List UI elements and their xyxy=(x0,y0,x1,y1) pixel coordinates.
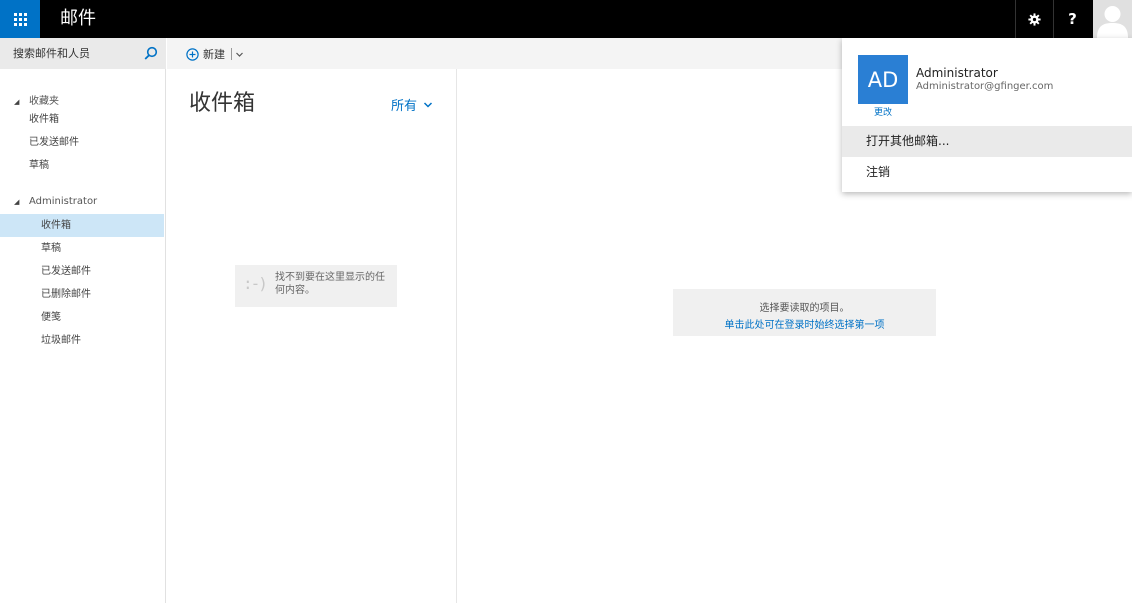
chevron-down-icon[interactable] xyxy=(235,50,244,59)
folder-deleted[interactable]: 已删除邮件 xyxy=(0,283,166,306)
smiley-icon: :-) xyxy=(243,274,268,293)
folder-pane: ◢ 收藏夹 收件箱 已发送邮件 草稿 ◢ Administrator 收件箱 草… xyxy=(0,38,166,603)
folder-label: 已删除邮件 xyxy=(41,289,91,300)
mailbox-group: ◢ Administrator 收件箱 草稿 已发送邮件 已删除邮件 便笺 垃圾… xyxy=(0,192,166,352)
favorites-label: 收藏夹 xyxy=(29,96,59,107)
filter-dropdown[interactable]: 所有 xyxy=(391,95,433,114)
message-list-pane: 收件箱 所有 :-) 找不到要在这里显示的任何内容。 xyxy=(167,69,457,603)
settings-button[interactable] xyxy=(1015,0,1053,38)
folder-label: 便笺 xyxy=(41,312,61,323)
help-icon: ? xyxy=(1068,10,1077,28)
folder-label: 草稿 xyxy=(29,160,49,171)
favorites-header[interactable]: ◢ 收藏夹 xyxy=(0,92,166,112)
app-title: 邮件 xyxy=(60,8,96,29)
plus-circle-icon xyxy=(186,47,199,61)
folder-sent[interactable]: 已发送邮件 xyxy=(0,260,166,283)
app-launcher-button[interactable] xyxy=(0,0,40,38)
account-initials-tile: AD xyxy=(858,55,908,104)
chevron-down-icon xyxy=(423,101,433,108)
search-icon[interactable] xyxy=(144,46,158,60)
filter-label: 所有 xyxy=(391,99,418,114)
top-bar: 邮件 ? xyxy=(0,0,1132,38)
folder-label: 已发送邮件 xyxy=(41,266,91,277)
search-box xyxy=(0,38,166,69)
folder-junk[interactable]: 垃圾邮件 xyxy=(0,329,166,352)
account-name: Administrator xyxy=(916,66,998,80)
folder-notes[interactable]: 便笺 xyxy=(0,306,166,329)
collapse-triangle-icon: ◢ xyxy=(14,198,20,206)
mailbox-label: Administrator xyxy=(29,196,98,207)
reading-pane-placeholder: 选择要读取的项目。 单击此处可在登录时始终选择第一项 xyxy=(673,289,936,336)
folder-label: 草稿 xyxy=(41,243,61,254)
help-button[interactable]: ? xyxy=(1053,0,1091,38)
gear-icon xyxy=(1028,12,1041,26)
user-avatar-button[interactable] xyxy=(1093,0,1132,38)
reading-pane-hint: 选择要读取的项目。 xyxy=(759,303,850,314)
account-menu: AD 更改 Administrator Administrator@gfinge… xyxy=(842,38,1132,192)
new-message-button[interactable]: 新建 xyxy=(186,45,244,63)
select-first-item-link[interactable]: 单击此处可在登录时始终选择第一项 xyxy=(673,316,936,331)
folder-label: 已发送邮件 xyxy=(29,137,79,148)
favorite-folder-drafts[interactable]: 草稿 xyxy=(0,154,166,177)
folder-label: 收件箱 xyxy=(41,220,71,231)
open-other-mailbox-menu-item[interactable]: 打开其他邮箱... xyxy=(842,126,1132,157)
folder-label: 垃圾邮件 xyxy=(41,335,81,346)
user-avatar-icon xyxy=(1093,0,1132,38)
folder-title: 收件箱 xyxy=(189,91,256,116)
change-photo-link[interactable]: 更改 xyxy=(858,105,908,118)
mailbox-header[interactable]: ◢ Administrator xyxy=(0,192,166,212)
new-message-label: 新建 xyxy=(203,48,225,61)
divider xyxy=(231,48,232,60)
account-email: Administrator@gfinger.com xyxy=(916,81,1054,92)
favorite-folder-sent[interactable]: 已发送邮件 xyxy=(0,131,166,154)
search-input[interactable] xyxy=(0,38,140,69)
collapse-triangle-icon: ◢ xyxy=(14,98,20,106)
favorites-group: ◢ 收藏夹 收件箱 已发送邮件 草稿 xyxy=(0,92,166,177)
sign-out-menu-item[interactable]: 注销 xyxy=(842,157,1132,188)
empty-list-text: 找不到要在这里显示的任何内容。 xyxy=(275,272,385,296)
folder-drafts[interactable]: 草稿 xyxy=(0,237,166,260)
waffle-icon xyxy=(13,12,27,26)
folder-inbox[interactable]: 收件箱 xyxy=(0,214,164,237)
folder-label: 收件箱 xyxy=(29,114,59,125)
empty-list-message: :-) 找不到要在这里显示的任何内容。 xyxy=(235,265,397,307)
